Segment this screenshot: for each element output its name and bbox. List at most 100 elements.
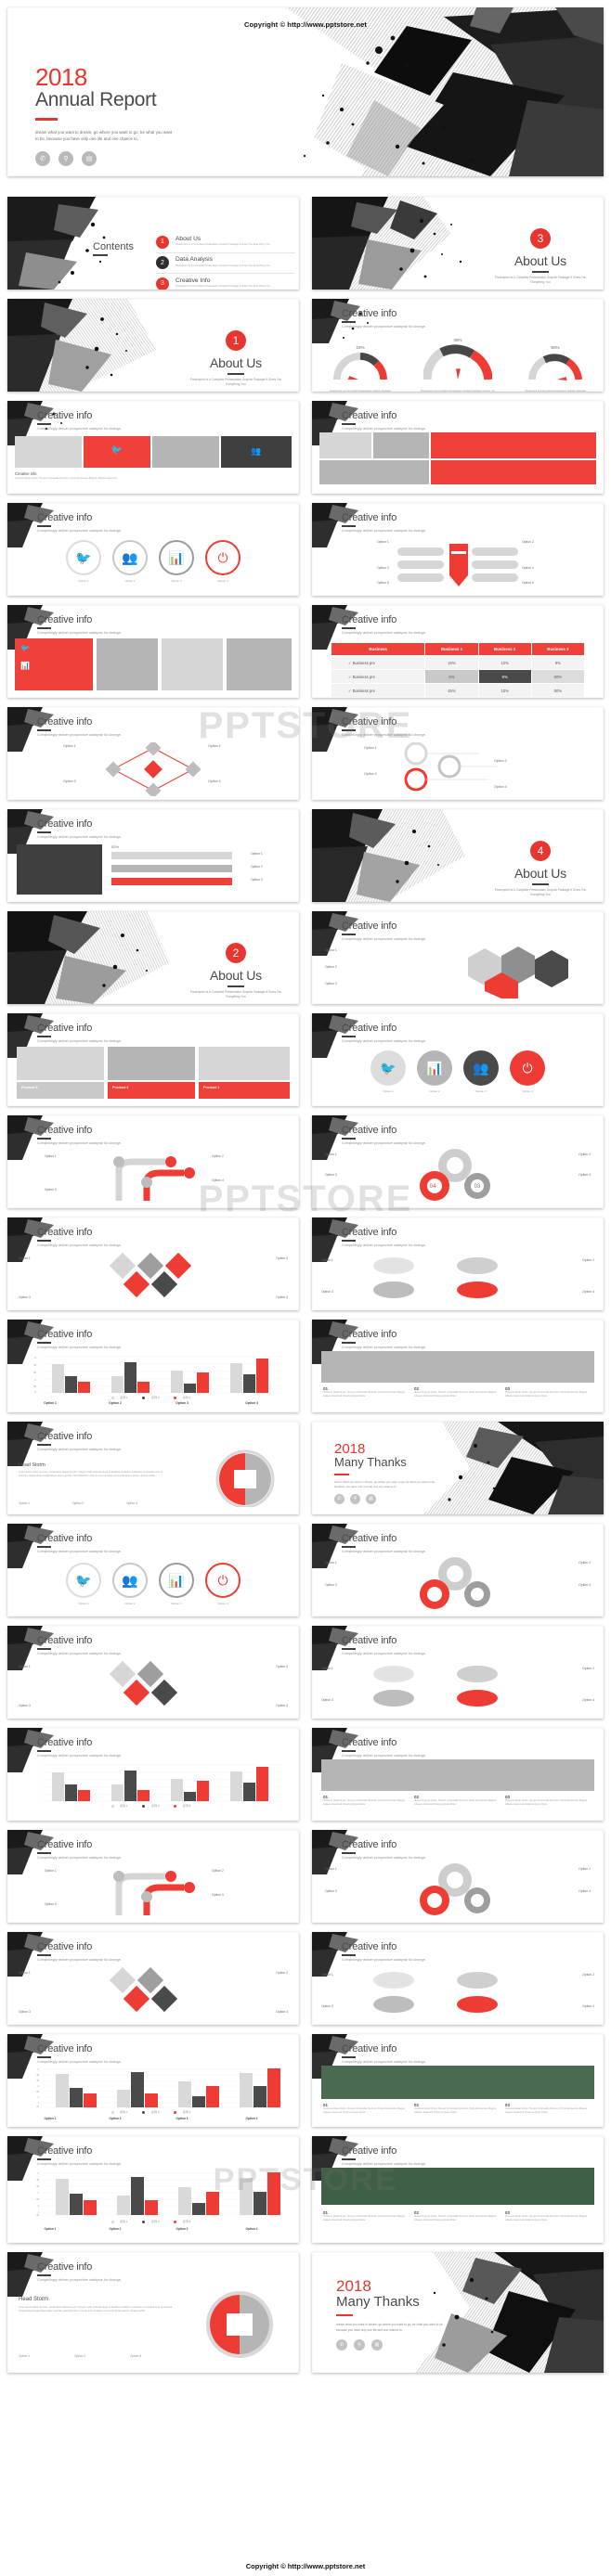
chat-icon[interactable]: ✆ bbox=[334, 1493, 344, 1504]
circle-icon-item[interactable]: 👥 Option 3 bbox=[463, 1050, 499, 1093]
slide-head-storm[interactable]: Creative info Compellingly deliver prosp… bbox=[7, 1422, 299, 1514]
slide-gauges[interactable]: Creative info Compellingly deliver prosp… bbox=[312, 299, 604, 392]
table-row[interactable]: ✓ Business pre 45% 10% 90% bbox=[330, 683, 586, 698]
slide-section-about-1[interactable]: 1 About Us Powerpoint Is A Complete Pres… bbox=[7, 299, 299, 392]
list-item[interactable]: 3 Creative Info Powerpoint Is A Complete… bbox=[156, 274, 295, 290]
slide-section-about-3[interactable]: 3 About Us Powerpoint Is A Complete Pres… bbox=[312, 197, 604, 290]
slide-bar-chart-large[interactable]: Creative info Compellingly deliver prosp… bbox=[7, 2136, 299, 2243]
slide-photo-strip-right[interactable]: Creative info Compellingly deliver prosp… bbox=[312, 401, 604, 494]
slide-gears-lower[interactable]: Creative info Compellingly deliver prosp… bbox=[312, 1524, 604, 1616]
users-icon[interactable]: 👥 bbox=[112, 540, 148, 575]
slide-contents[interactable]: Contents 1 About Us Powerpoint Is A Comp… bbox=[7, 197, 299, 290]
slide-hexagons[interactable]: Creative info Compellingly deliver prosp… bbox=[312, 911, 604, 1004]
product-caption[interactable]: Product 3 bbox=[17, 1082, 104, 1099]
briefcase-icon[interactable]: ▤ bbox=[371, 2339, 383, 2351]
slide-node-chain[interactable]: Creative info Compellingly deliver prosp… bbox=[312, 707, 604, 800]
power-icon[interactable]: ⏻ bbox=[510, 1050, 545, 1086]
ring-circle-item[interactable]: 📊 Option 3 bbox=[159, 1563, 194, 1605]
list-item[interactable]: 1 About Us Powerpoint Is A Complete Pres… bbox=[156, 232, 295, 253]
slide-3d-icons-b[interactable]: Creative info Compellingly deliver prosp… bbox=[312, 1932, 604, 2025]
table-row[interactable]: ✓ Business pre 6% 6% 60% bbox=[330, 669, 586, 684]
slide-pencil-options[interactable]: Creative info Compellingly deliver prosp… bbox=[312, 503, 604, 596]
product-caption[interactable]: Product 1 bbox=[199, 1082, 290, 1099]
twitter-icon[interactable]: 🐦 bbox=[66, 1563, 101, 1598]
slide-bar-chart-lower[interactable]: Creative info Compellingly deliver prosp… bbox=[7, 1728, 299, 1821]
ring-circle-item[interactable]: ⏻ Option 4 bbox=[205, 1563, 240, 1605]
slide-numbered-columns-main[interactable]: Creative info Compellingly deliver prosp… bbox=[312, 2034, 604, 2127]
ring-circle-item[interactable]: ⏻ Option 4 bbox=[205, 540, 240, 583]
twitter-icon[interactable]: 🐦 bbox=[370, 1050, 406, 1086]
slide-circle-icons[interactable]: Creative info Compellingly deliver prosp… bbox=[312, 1013, 604, 1106]
slide-numbered-columns[interactable]: Creative info Compellingly deliver prosp… bbox=[312, 1320, 604, 1412]
ring-circle-item[interactable]: 👥 Option 2 bbox=[112, 540, 148, 583]
table-row[interactable]: ✓ Business pre 71% 71% 80% bbox=[330, 697, 586, 698]
slide-gears-b[interactable]: Creative info Compellingly deliver prosp… bbox=[312, 1830, 604, 1923]
slide-subtitle: Compellingly deliver prospective catalys… bbox=[342, 1550, 426, 1554]
svg-text:30: 30 bbox=[33, 1371, 36, 1374]
users-icon[interactable]: 👥 bbox=[463, 1050, 499, 1086]
slide-many-thanks-final[interactable]: 2018 Many Thanks dream what you want to … bbox=[312, 2252, 604, 2373]
slide-diamond-grid-b[interactable]: Creative info Compellingly deliver prosp… bbox=[7, 1932, 299, 2025]
product-caption[interactable]: Product 2 bbox=[108, 1082, 195, 1099]
chat-icon[interactable]: ✆ bbox=[336, 2339, 347, 2351]
slide-tree-diagram-b[interactable]: Creative info Compellingly deliver prosp… bbox=[7, 1830, 299, 1923]
legend-entry: 系列 2 bbox=[142, 1804, 163, 1808]
search-icon[interactable]: ⚲ bbox=[350, 1493, 360, 1504]
slide-3d-icons-lower[interactable]: Creative info Compellingly deliver prosp… bbox=[312, 1626, 604, 1719]
slide-header: Creative info Compellingly deliver prosp… bbox=[342, 410, 426, 431]
ring-circle-item[interactable]: 🐦 Option 1 bbox=[66, 540, 101, 583]
users-icon[interactable]: 👥 bbox=[112, 1563, 148, 1598]
bar-chart-icon[interactable]: 📊 bbox=[159, 540, 194, 575]
section-break-content: 2 About Us Powerpoint Is A Complete Pres… bbox=[185, 943, 287, 999]
slide-diamond-grid-lower[interactable]: Creative info Compellingly deliver prosp… bbox=[7, 1626, 299, 1719]
slide-chart-pair-lower[interactable]: Creative info Compellingly deliver prosp… bbox=[7, 1524, 299, 1616]
search-icon[interactable]: ⚲ bbox=[354, 2339, 365, 2351]
chat-icon[interactable]: ✆ bbox=[35, 151, 50, 167]
circle-icon-item[interactable]: 🐦 Option 1 bbox=[370, 1050, 406, 1093]
circle-icon-item[interactable]: ⏻ Option 4 bbox=[510, 1050, 545, 1093]
bar-chart-icon[interactable]: 📊 bbox=[417, 1050, 452, 1086]
slide-head-storm-final[interactable]: Creative info Compellingly deliver prosp… bbox=[7, 2252, 299, 2373]
ring-circle-item[interactable]: 🐦 Option 1 bbox=[66, 1563, 101, 1605]
slide-bar-chart-main[interactable]: Creative info Compellingly deliver prosp… bbox=[7, 2034, 299, 2127]
svg-text:20: 20 bbox=[36, 2106, 39, 2108]
twitter-icon[interactable]: 🐦 bbox=[66, 540, 101, 575]
slide-numbered-columns-lower[interactable]: Creative info Compellingly deliver prosp… bbox=[312, 1728, 604, 1821]
power-icon[interactable]: ⏻ bbox=[205, 540, 240, 575]
power-icon[interactable]: ⏻ bbox=[205, 1563, 240, 1598]
circle-icon-item[interactable]: 📊 Option 2 bbox=[417, 1050, 452, 1093]
gauge-item[interactable]: 90% Powerpoint Is A Complete Presentatio… bbox=[519, 345, 592, 392]
table-row[interactable]: ✓ Business pre 16% 12% 9% bbox=[330, 655, 586, 670]
slide-diamond-diagram[interactable]: Creative info Compellingly deliver prosp… bbox=[7, 707, 299, 800]
title-rule bbox=[37, 1240, 51, 1242]
option-label: Option 3 bbox=[45, 1188, 57, 1191]
option-label: Option 6 bbox=[522, 581, 534, 585]
gauge-item[interactable]: 18% Powerpoint Is A Complete Presentatio… bbox=[324, 345, 396, 392]
ring-circle-item[interactable]: 👥 Option 2 bbox=[112, 1563, 148, 1605]
slide-percent-bars[interactable]: Creative info Compellingly deliver prosp… bbox=[7, 809, 299, 902]
slide-gears[interactable]: Creative info Compellingly deliver prosp… bbox=[312, 1115, 604, 1208]
slide-bar-chart[interactable]: Creative info Compellingly deliver prosp… bbox=[7, 1320, 299, 1412]
option-label: Option 1 bbox=[19, 2354, 31, 2358]
gauge-item[interactable]: 45% Powerpoint Is A Complete Presentatio… bbox=[413, 338, 502, 392]
search-icon[interactable]: ⚲ bbox=[58, 151, 73, 167]
briefcase-icon[interactable]: ▤ bbox=[366, 1493, 376, 1504]
slide-products[interactable]: Creative info Compellingly deliver prosp… bbox=[7, 1013, 299, 1106]
numbered-column: 02 Vivamus Quam Dolor, Tempor At Gravida… bbox=[414, 1795, 498, 1807]
slide-tree-diagram[interactable]: Creative info Compellingly deliver prosp… bbox=[7, 1115, 299, 1208]
slide-section-about-2[interactable]: 2 About Us Powerpoint Is A Complete Pres… bbox=[7, 911, 299, 1004]
bar-chart-icon[interactable]: 📊 bbox=[159, 1563, 194, 1598]
slide-diamond-grid[interactable]: Creative info Compellingly deliver prosp… bbox=[7, 1217, 299, 1310]
list-item[interactable]: 2 Data Analysis Powerpoint Is A Complete… bbox=[156, 253, 295, 274]
slide-table[interactable]: Creative info Compellingly deliver prosp… bbox=[312, 605, 604, 698]
slide-section-about-4[interactable]: 4 About Us Powerpoint Is A Complete Pres… bbox=[312, 809, 604, 902]
slide-photo-strip-left[interactable]: Creative info Compellingly deliver prosp… bbox=[7, 401, 299, 494]
slide-four-circles[interactable]: Creative info Compellingly deliver prosp… bbox=[7, 503, 299, 596]
slide-green-desk[interactable]: Creative info Compellingly deliver prosp… bbox=[312, 2136, 604, 2243]
slide-people-photos[interactable]: Creative info Compellingly deliver prosp… bbox=[7, 605, 299, 698]
ring-circle-item[interactable]: 📊 Option 3 bbox=[159, 540, 194, 583]
slide-3d-icons[interactable]: Creative info Compellingly deliver prosp… bbox=[312, 1217, 604, 1310]
slide-thanks[interactable]: 2018 Many Thanks dream what you want to … bbox=[312, 1422, 604, 1514]
briefcase-icon[interactable]: ▤ bbox=[82, 151, 97, 167]
slide-cover[interactable]: Copyright © http://www.pptstore.net 2018… bbox=[7, 7, 604, 176]
